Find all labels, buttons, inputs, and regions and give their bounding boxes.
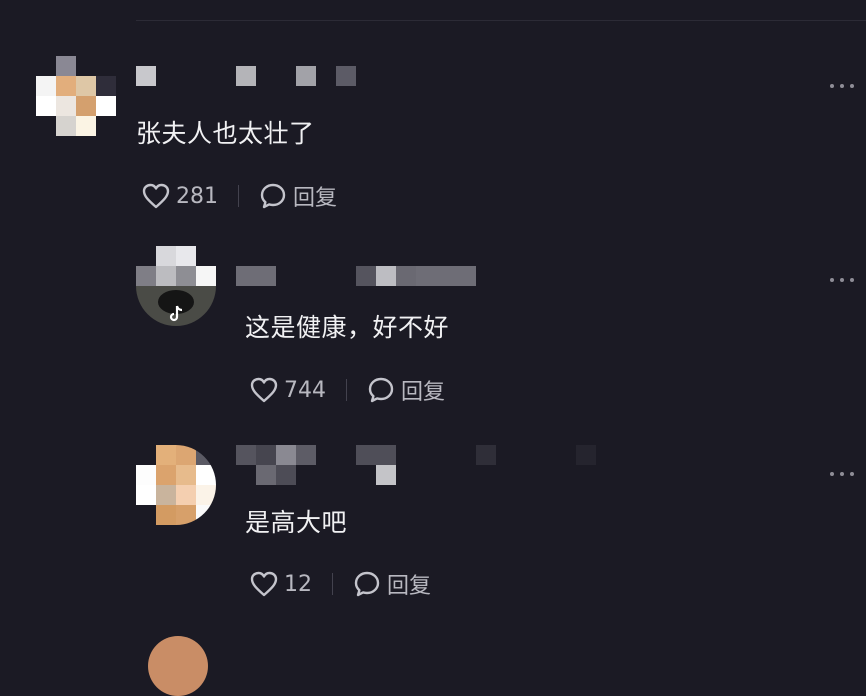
action-separator: [332, 573, 333, 595]
like-count: 281: [176, 183, 218, 209]
reply-button[interactable]: 回复: [353, 568, 431, 600]
like-button[interactable]: 12: [250, 571, 312, 597]
heart-icon: [250, 377, 278, 403]
reply-label: 回复: [401, 380, 446, 405]
more-options-icon[interactable]: [830, 80, 854, 92]
username-redacted[interactable]: [136, 66, 356, 86]
comment-text: 张夫人也太壮了: [136, 119, 315, 148]
reply-button[interactable]: 回复: [259, 180, 337, 212]
avatar[interactable]: [36, 56, 116, 136]
top-divider: [136, 20, 866, 21]
username-redacted[interactable]: [236, 266, 476, 286]
like-count: 12: [284, 571, 312, 597]
reply-button[interactable]: 回复: [367, 374, 445, 406]
more-options-icon[interactable]: [830, 468, 854, 480]
like-button[interactable]: 744: [250, 377, 326, 403]
comment-text: 这是健康，好不好: [245, 313, 450, 342]
action-separator: [346, 379, 347, 401]
avatar[interactable]: [136, 445, 216, 525]
comment-text: 是高大吧: [245, 508, 348, 537]
avatar[interactable]: [136, 246, 216, 326]
reply-label: 回复: [293, 186, 338, 211]
comment-bubble-icon: [368, 377, 394, 403]
username-redacted[interactable]: [236, 445, 596, 485]
avatar[interactable]: [148, 636, 208, 696]
action-separator: [238, 185, 239, 207]
comment-bubble-icon: [260, 183, 286, 209]
tiktok-logo-icon: [169, 305, 183, 322]
comment-actions: 744 回复: [250, 375, 445, 405]
reply-label: 回复: [387, 574, 432, 599]
comment-actions: 12 回复: [250, 569, 431, 599]
comment-actions: 281 回复: [142, 181, 337, 211]
like-button[interactable]: 281: [142, 183, 218, 209]
more-options-icon[interactable]: [830, 274, 854, 286]
comment-bubble-icon: [354, 571, 380, 597]
like-count: 744: [284, 377, 326, 403]
heart-icon: [250, 571, 278, 597]
heart-icon: [142, 183, 170, 209]
